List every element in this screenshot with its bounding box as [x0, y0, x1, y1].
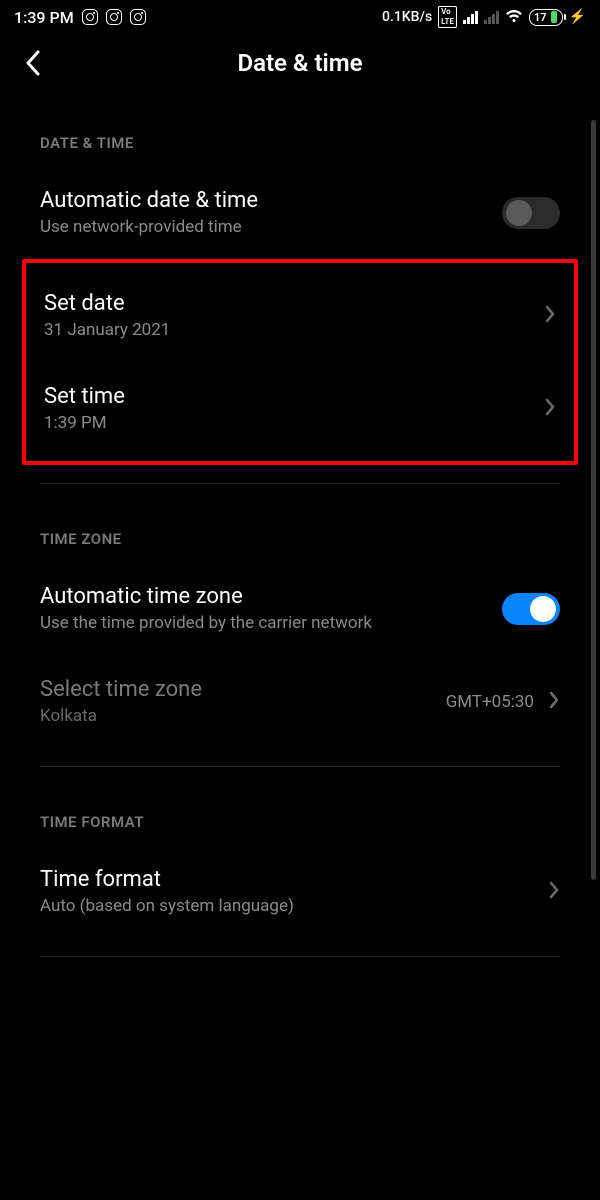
page-header: Date & time: [0, 32, 600, 86]
status-right: 0.1KB/s VoLTE 17 ⚡: [382, 6, 586, 28]
instagram-icon: [82, 9, 98, 25]
automatic-date-time-toggle[interactable]: [502, 197, 560, 229]
status-time: 1:39 PM: [14, 8, 74, 27]
volte-icon: VoLTE: [438, 6, 457, 28]
automatic-time-zone-sub: Use the time provided by the carrier net…: [40, 613, 372, 633]
battery-fill-icon: [551, 11, 557, 23]
set-date-value: 31 January 2021: [44, 320, 170, 340]
divider: [40, 483, 560, 484]
set-date-row[interactable]: Set date 31 January 2021: [26, 269, 574, 362]
automatic-time-zone-title: Automatic time zone: [40, 584, 372, 609]
set-time-row[interactable]: Set time 1:39 PM: [26, 362, 574, 455]
section-header-datetime: DATE & TIME: [0, 106, 600, 166]
automatic-date-time-sub: Use network-provided time: [40, 217, 258, 237]
chevron-right-icon: [544, 397, 556, 421]
status-left: 1:39 PM: [14, 8, 146, 27]
signal-icon-sim2: [484, 11, 499, 24]
time-format-title: Time format: [40, 867, 294, 892]
chevron-right-icon: [548, 690, 560, 714]
time-format-sub: Auto (based on system language): [40, 896, 294, 916]
automatic-date-time-title: Automatic date & time: [40, 188, 258, 213]
highlight-annotation: Set date 31 January 2021 Set time 1:39 P…: [22, 259, 578, 465]
automatic-date-time-row[interactable]: Automatic date & time Use network-provid…: [0, 166, 600, 259]
chevron-right-icon: [544, 304, 556, 328]
status-bar: 1:39 PM 0.1KB/s VoLTE 17 ⚡: [0, 0, 600, 32]
select-time-zone-title: Select time zone: [40, 677, 202, 702]
signal-icon: [463, 11, 478, 24]
instagram-icon: [130, 9, 146, 25]
automatic-time-zone-row[interactable]: Automatic time zone Use the time provide…: [0, 562, 600, 655]
time-format-row[interactable]: Time format Auto (based on system langua…: [0, 845, 600, 938]
select-time-zone-value: GMT+05:30: [446, 692, 534, 712]
select-time-zone-row: Select time zone Kolkata GMT+05:30: [0, 655, 600, 748]
wifi-icon: [505, 8, 523, 27]
section-header-timezone: TIME ZONE: [0, 502, 600, 562]
battery-icon: 17: [529, 9, 563, 26]
divider: [40, 766, 560, 767]
automatic-time-zone-toggle[interactable]: [502, 593, 560, 625]
set-time-title: Set time: [44, 384, 125, 409]
section-header-timeformat: TIME FORMAT: [0, 785, 600, 845]
content: DATE & TIME Automatic date & time Use ne…: [0, 86, 600, 957]
charging-icon: ⚡: [569, 9, 586, 25]
back-button[interactable]: [20, 50, 46, 76]
scrollbar[interactable]: [591, 120, 596, 880]
set-time-value: 1:39 PM: [44, 413, 125, 433]
set-date-title: Set date: [44, 291, 170, 316]
network-speed: 0.1KB/s: [382, 9, 432, 25]
chevron-right-icon: [548, 880, 560, 904]
divider: [40, 956, 560, 957]
select-time-zone-sub: Kolkata: [40, 706, 202, 726]
instagram-icon: [106, 9, 122, 25]
page-title: Date & time: [237, 49, 362, 77]
battery-level: 17: [534, 11, 547, 24]
